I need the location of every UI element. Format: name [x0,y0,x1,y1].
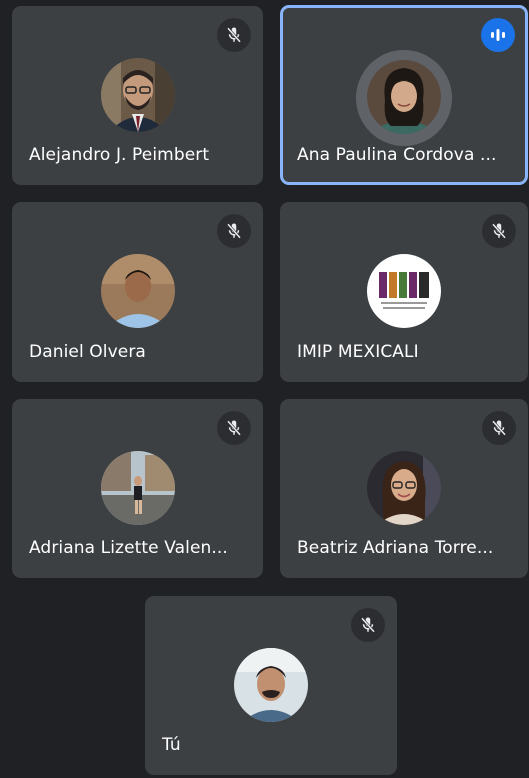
logo [367,254,441,328]
participant-tile-self[interactable]: Tú [145,596,397,775]
participant-name: Tú [162,735,181,755]
participant-tile-imip[interactable]: IMIP MEXICALI [280,202,528,382]
participant-name: Daniel Olvera [29,342,146,362]
participant-tile-adriana-lizette[interactable]: Adriana Lizette Valen... [12,399,263,578]
avatar [234,648,308,722]
mic-off-icon [482,411,516,445]
mic-off-icon [217,214,251,248]
participant-tile-beatriz[interactable]: Beatriz Adriana Torre... [280,399,528,578]
mic-off-icon [217,411,251,445]
meeting-grid: Alejandro J. Peimbert Ana Paulina Cordov… [0,0,529,778]
mic-off-icon [217,18,251,52]
avatar [100,254,175,328]
mic-off-icon [482,214,516,248]
participant-tile-alejandro[interactable]: Alejandro J. Peimbert [12,6,263,185]
avatar [100,451,175,525]
participant-name: Adriana Lizette Valen... [29,538,228,558]
participant-name: Beatriz Adriana Torre... [297,538,494,558]
participant-name: Ana Paulina Cordova ... [297,145,497,165]
avatar [100,58,175,132]
mic-off-icon [351,608,385,642]
participant-tile-daniel[interactable]: Daniel Olvera [12,202,263,382]
avatar [367,451,441,525]
avatar [367,60,441,134]
participant-name: IMIP MEXICALI [297,342,419,362]
participant-tile-ana-paulina[interactable]: Ana Paulina Cordova ... [280,5,528,185]
participant-name: Alejandro J. Peimbert [29,145,210,165]
audio-level-icon [481,18,515,52]
